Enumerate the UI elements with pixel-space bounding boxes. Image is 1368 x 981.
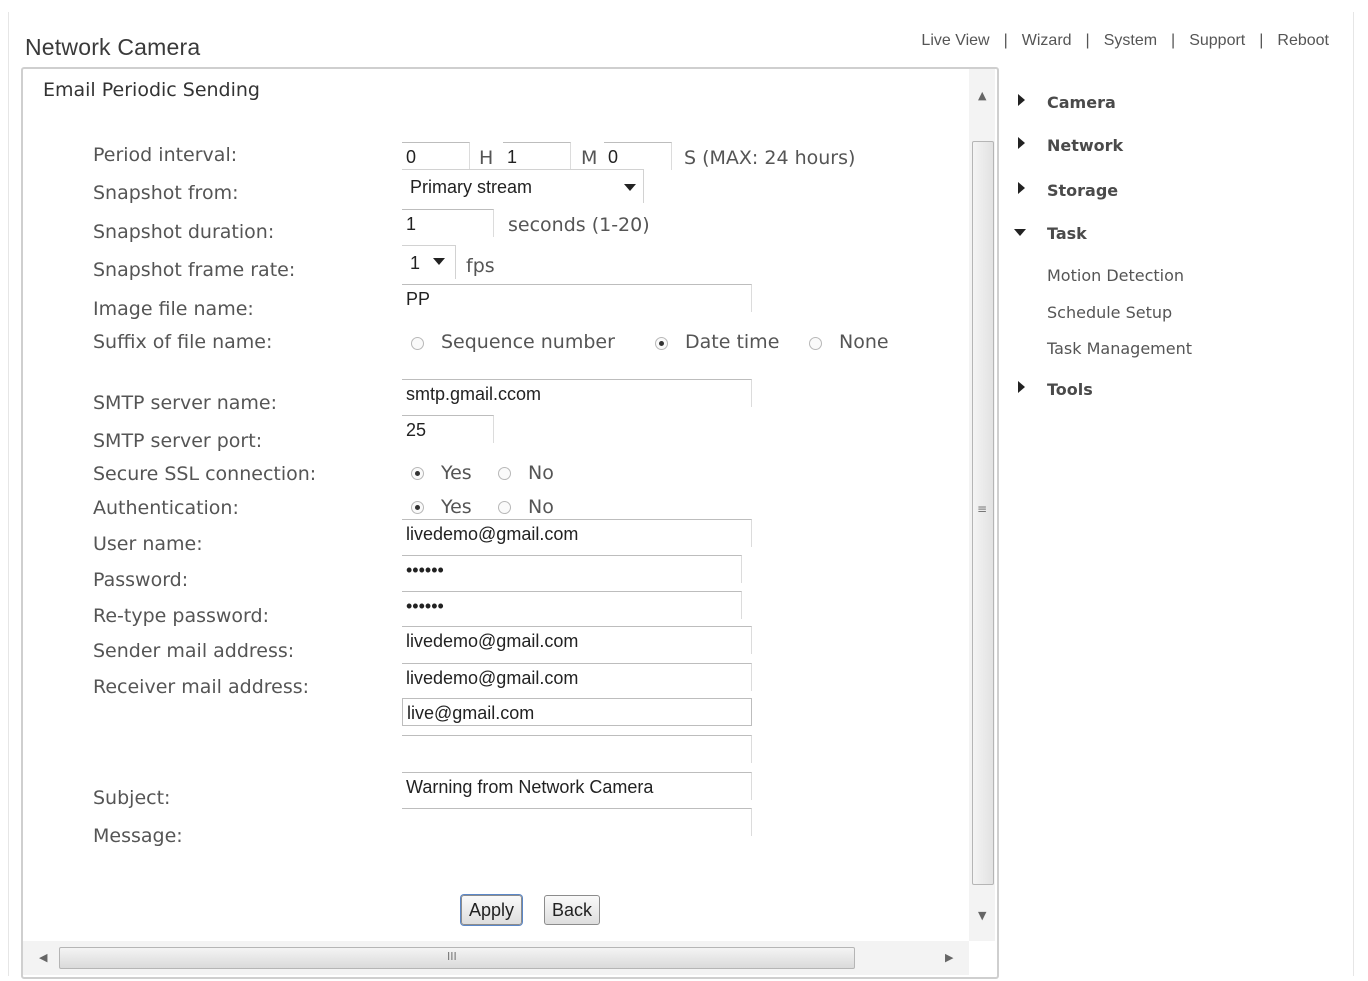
suffix-none-radio[interactable] [809,337,822,350]
subject-label: Subject: [93,787,171,809]
smtp-server-port-input[interactable]: 25 [402,415,494,443]
suffix-sequence-radio[interactable] [411,337,424,350]
brand-title: Network Camera [25,34,201,60]
frame-rate-select[interactable]: 1 [402,245,456,279]
snapshot-duration-unit: seconds (1-20) [508,214,650,236]
nav-wizard[interactable]: Wizard [1022,32,1072,50]
hours-unit: H [479,147,494,169]
snapshot-duration-label: Snapshot duration: [93,221,275,243]
ssl-no-label: No [528,462,554,484]
period-hours-input[interactable]: 0 [402,142,470,170]
suffix-label: Suffix of file name: [93,331,273,353]
sidebar-item-task[interactable]: Task [1047,224,1087,243]
smtp-server-port-label: SMTP server port: [93,430,263,452]
nav-support[interactable]: Support [1189,32,1245,50]
frame-rate-value: 1 [410,253,421,273]
retype-password-label: Re-type password: [93,605,269,627]
app-window: Network Camera Live View | Wizard | Syst… [8,12,1354,979]
scroll-right-arrow-icon[interactable]: ▶ [945,951,953,964]
image-file-name-label: Image file name: [93,298,254,320]
back-button[interactable]: Back [544,895,601,925]
minutes-unit: M [581,147,598,169]
sidebar-item-storage[interactable]: Storage [1047,181,1118,200]
scroll-up-arrow-icon[interactable]: ▲ [978,89,986,102]
grip-icon: ≡ [977,502,988,516]
suffix-none-label: None [839,331,889,353]
ssl-no-radio[interactable] [498,467,511,480]
snapshot-frame-rate-label: Snapshot frame rate: [93,259,296,281]
settings-frame: Email Periodic Sending Period interval: … [21,67,999,979]
expand-arrow-icon [1018,137,1025,149]
expand-arrow-icon [1018,182,1025,194]
sidebar-item-camera[interactable]: Camera [1047,93,1116,112]
form-content: Email Periodic Sending Period interval: … [23,69,969,941]
snapshot-from-value: Primary stream [410,177,533,197]
nav-reboot[interactable]: Reboot [1277,32,1329,50]
authentication-label: Authentication: [93,497,239,519]
ssl-yes-label: Yes [441,462,472,484]
auth-no-radio[interactable] [498,501,511,514]
seconds-unit-note: S (MAX: 24 hours) [684,147,856,169]
scroll-left-arrow-icon[interactable]: ◀ [39,951,47,964]
receiver-mail-input-3[interactable] [402,735,752,763]
sidebar-subitem-motion-detection[interactable]: Motion Detection [1047,266,1184,285]
expand-arrow-icon [1018,381,1025,393]
password-input[interactable]: •••••• [402,555,742,583]
password-label: Password: [93,569,189,591]
period-minutes-input[interactable]: 1 [503,142,571,170]
smtp-server-name-input[interactable]: smtp.gmail.ccom [402,379,752,407]
nav-separator: | [1085,32,1090,49]
nav-separator: | [1259,32,1264,49]
suffix-datetime-radio[interactable] [655,337,668,350]
sidebar-subitem-task-management[interactable]: Task Management [1047,339,1192,358]
vertical-scrollbar[interactable]: ▲ ≡ ▼ [969,69,995,941]
nav-live-view[interactable]: Live View [921,32,989,50]
sender-mail-label: Sender mail address: [93,640,295,662]
horizontal-scrollbar[interactable]: ◀ III ▶ [23,941,969,975]
chevron-down-icon [433,258,445,265]
nav-separator: | [1003,32,1008,49]
ssl-yes-radio[interactable] [411,467,424,480]
auth-yes-radio[interactable] [411,501,424,514]
sender-mail-input[interactable]: livedemo@gmail.com [402,626,752,654]
message-label: Message: [93,825,183,847]
suffix-sequence-label: Sequence number [441,331,615,353]
frame-rate-unit: fps [466,255,495,277]
expand-arrow-icon [1018,94,1025,106]
snapshot-from-label: Snapshot from: [93,182,239,204]
horizontal-scroll-thumb[interactable]: III [59,947,855,969]
user-name-label: User name: [93,533,203,555]
period-seconds-input[interactable]: 0 [604,142,672,170]
snapshot-from-select[interactable]: Primary stream [402,169,644,203]
message-input[interactable] [402,808,752,836]
receiver-mail-label: Receiver mail address: [93,676,310,698]
receiver-mail-input-1[interactable]: livedemo@gmail.com [402,663,752,691]
nav-system[interactable]: System [1104,32,1157,50]
receiver-mail-input-2[interactable]: live@gmail.com [402,698,752,726]
retype-password-input[interactable]: •••••• [402,591,742,619]
suffix-datetime-label: Date time [685,331,780,353]
nav-separator: | [1171,32,1176,49]
sidebar-subitem-schedule-setup[interactable]: Schedule Setup [1047,303,1172,322]
sidebar-item-network[interactable]: Network [1047,136,1123,155]
chevron-down-icon [624,184,636,191]
collapse-arrow-icon [1014,229,1026,236]
subject-input[interactable]: Warning from Network Camera [402,772,752,800]
auth-no-label: No [528,496,554,518]
top-navigation: Live View | Wizard | System | Support | … [921,32,1329,50]
smtp-server-name-label: SMTP server name: [93,392,278,414]
sidebar-item-tools[interactable]: Tools [1047,380,1093,399]
snapshot-duration-input[interactable]: 1 [402,209,494,237]
apply-button[interactable]: Apply [461,895,523,925]
vertical-scroll-thumb[interactable]: ≡ [972,141,994,885]
page-title: Email Periodic Sending [43,79,260,101]
period-interval-label: Period interval: [93,144,238,166]
scroll-down-arrow-icon[interactable]: ▼ [978,909,986,922]
secure-ssl-label: Secure SSL connection: [93,463,317,485]
user-name-input[interactable]: livedemo@gmail.com [402,519,752,547]
grip-icon: III [447,950,457,963]
image-file-name-input[interactable]: PP [402,284,752,312]
auth-yes-label: Yes [441,496,472,518]
